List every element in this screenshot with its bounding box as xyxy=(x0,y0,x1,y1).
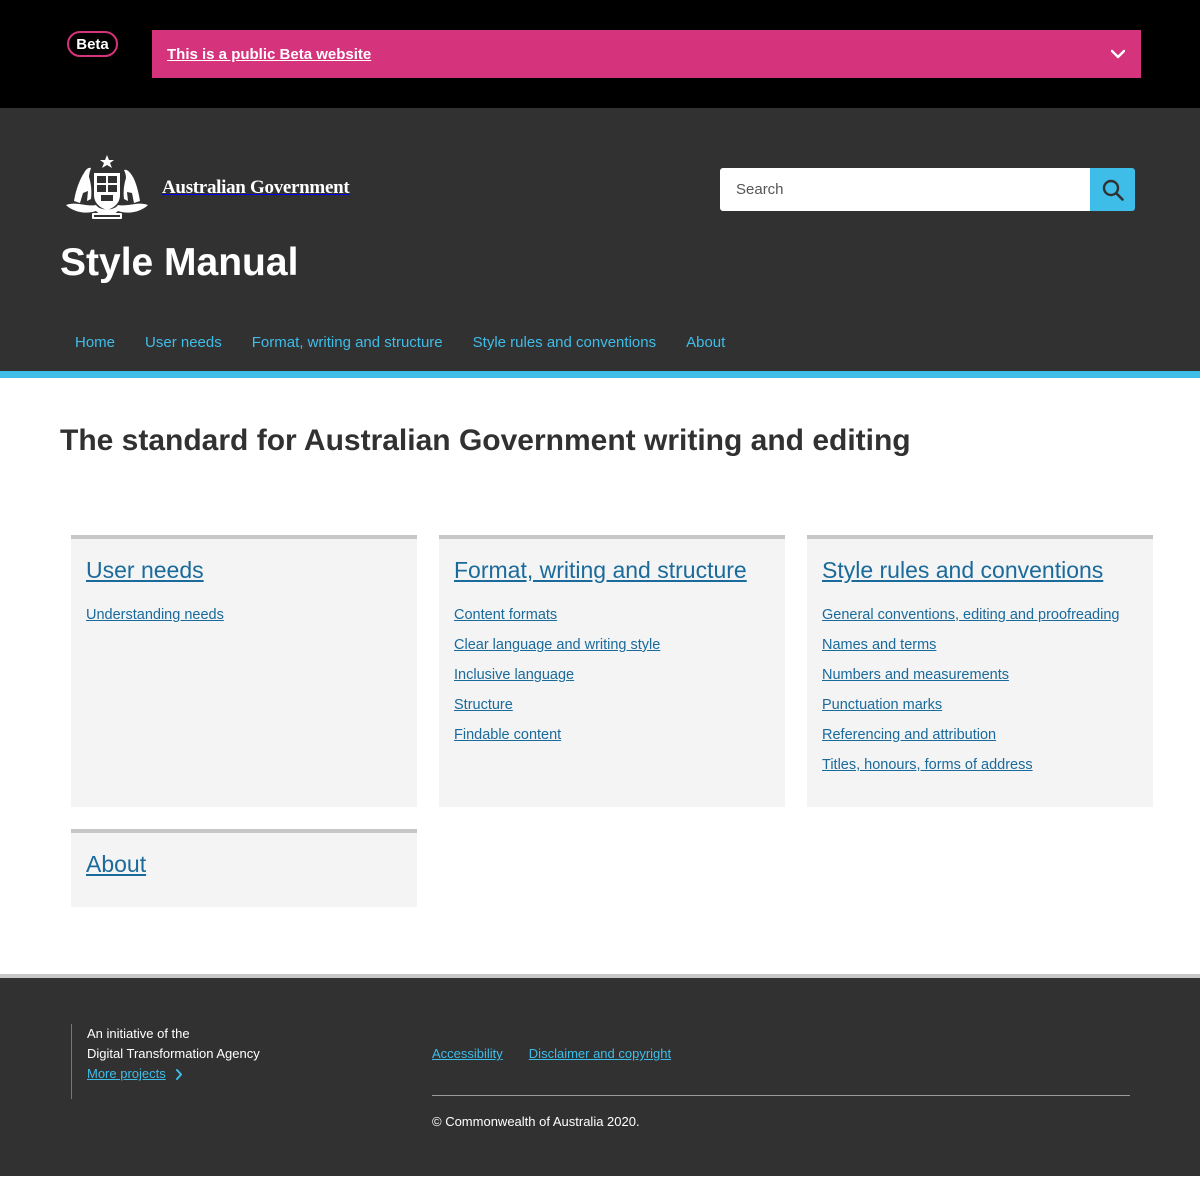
card-link[interactable]: Findable content xyxy=(454,727,561,743)
card-link[interactable]: Referencing and attribution xyxy=(822,727,996,743)
card-link[interactable]: Numbers and measurements xyxy=(822,667,1009,683)
beta-banner-link[interactable]: This is a public Beta website xyxy=(167,46,371,63)
card-user-needs: User needs Understanding needs xyxy=(71,535,417,807)
nav-item-home[interactable]: Home xyxy=(60,324,130,364)
card-link[interactable]: Content formats xyxy=(454,607,557,623)
chevron-down-icon[interactable] xyxy=(1111,47,1125,61)
search-button[interactable] xyxy=(1090,168,1135,211)
nav-item-user-needs[interactable]: User needs xyxy=(130,324,237,364)
card-link-list: Understanding needs xyxy=(86,606,402,636)
logo-text: Australian Government xyxy=(162,177,350,198)
beta-banner-toggle[interactable]: This is a public Beta website xyxy=(152,30,1141,78)
card-link-list: Content formats Clear language and writi… xyxy=(454,606,770,756)
footer-divider xyxy=(432,1095,1130,1096)
more-projects-link[interactable]: More projects xyxy=(87,1066,166,1081)
card-link[interactable]: Titles, honours, forms of address xyxy=(822,757,1033,773)
footer-intro-line2: Digital Transformation Agency xyxy=(87,1046,260,1061)
card-link[interactable]: Understanding needs xyxy=(86,607,224,623)
card-link-list: General conventions, editing and proofre… xyxy=(822,606,1138,786)
nav-item-about[interactable]: About xyxy=(671,324,740,364)
site-footer: An initiative of the Digital Transformat… xyxy=(0,974,1200,1176)
card-about: About xyxy=(71,829,417,907)
beta-bar: Beta This is a public Beta website xyxy=(0,0,1200,108)
page-heading: The standard for Australian Government w… xyxy=(60,424,911,457)
beta-badge: Beta xyxy=(67,31,118,57)
card-title[interactable]: Format, writing and structure xyxy=(454,557,747,584)
footer-links: Accessibility Disclaimer and copyright xyxy=(432,1046,671,1061)
footer-intro: An initiative of the Digital Transformat… xyxy=(71,1024,260,1099)
disclaimer-copyright-link[interactable]: Disclaimer and copyright xyxy=(529,1046,671,1061)
card-style-rules-conventions: Style rules and conventions General conv… xyxy=(807,535,1153,807)
search-input[interactable] xyxy=(720,168,1090,211)
card-title[interactable]: About xyxy=(86,851,146,878)
card-title[interactable]: Style rules and conventions xyxy=(822,557,1103,584)
nav-accent-bar xyxy=(0,371,1200,378)
card-format-writing-structure: Format, writing and structure Content fo… xyxy=(439,535,785,807)
card-link[interactable]: Punctuation marks xyxy=(822,697,942,713)
main-nav: Home User needs Format, writing and stru… xyxy=(60,324,740,364)
coat-of-arms-crest-icon xyxy=(66,155,148,219)
copyright-text: © Commonwealth of Australia 2020. xyxy=(432,1114,640,1129)
site-header: Australian Government Style Manual Home … xyxy=(0,108,1200,378)
australian-government-logo[interactable]: Australian Government xyxy=(60,152,350,224)
card-link[interactable]: Inclusive language xyxy=(454,667,574,683)
site-title: Style Manual xyxy=(60,241,299,284)
chevron-right-icon xyxy=(176,1069,183,1081)
card-title[interactable]: User needs xyxy=(86,557,204,584)
search-icon xyxy=(1102,179,1124,201)
search-form xyxy=(720,168,1135,211)
nav-item-format-writing-structure[interactable]: Format, writing and structure xyxy=(237,324,458,364)
nav-item-style-rules[interactable]: Style rules and conventions xyxy=(458,324,671,364)
card-link[interactable]: General conventions, editing and proofre… xyxy=(822,607,1119,623)
accessibility-link[interactable]: Accessibility xyxy=(432,1046,503,1061)
card-link[interactable]: Structure xyxy=(454,697,513,713)
card-link[interactable]: Names and terms xyxy=(822,637,936,653)
footer-intro-line1: An initiative of the xyxy=(87,1026,190,1041)
card-link[interactable]: Clear language and writing style xyxy=(454,637,660,653)
